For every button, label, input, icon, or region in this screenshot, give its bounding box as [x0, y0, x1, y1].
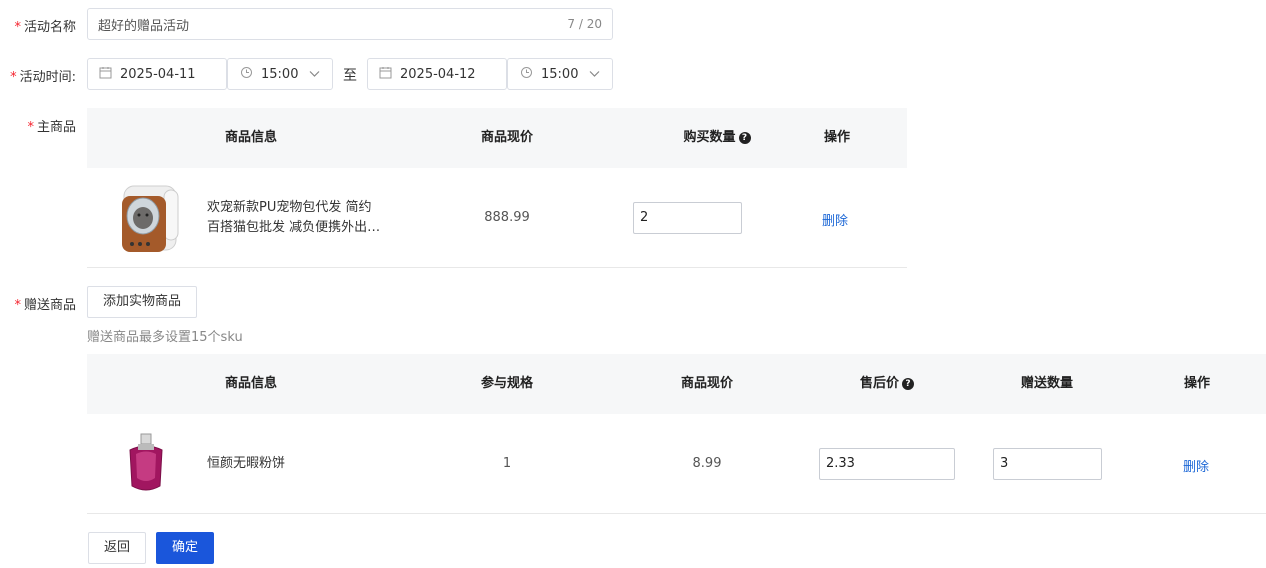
main-col-action: 操作 — [823, 130, 850, 145]
main-table-header: 商品信息 商品现价 购买数量? 操作 — [87, 108, 907, 168]
gift-col-action: 操作 — [1183, 376, 1210, 391]
gift-table-header: 商品信息 参与规格 商品现价 售后价? 赠送数量 操作 — [87, 354, 1266, 414]
start-time-value: 15:00 — [261, 66, 299, 82]
main-delete-link[interactable]: 删除 — [822, 210, 848, 229]
gift-col-price: 商品现价 — [680, 376, 733, 391]
main-product-title: 欢宠新款PU宠物包代发 简约 百搭猫包批发 减负便携外出… — [207, 200, 381, 235]
gift-table-bottom-border — [87, 513, 1266, 514]
calendar-icon — [99, 66, 112, 83]
char-count: 7 / 20 — [567, 17, 602, 31]
activity-time-label: * 活动时间: — [10, 70, 76, 85]
required-mark: * — [14, 298, 21, 313]
gift-col-after-sale-price: 售后价? — [823, 354, 951, 414]
main-table-bottom-border — [87, 267, 907, 268]
question-circle-icon[interactable]: ? — [738, 132, 751, 144]
gift-col-product-info: 商品信息 — [224, 376, 277, 391]
chevron-down-icon — [309, 68, 320, 83]
gift-product-title: 恒颜无暇粉饼 — [207, 456, 286, 471]
gift-sku-hint: 赠送商品最多设置15个sku — [87, 330, 243, 345]
add-physical-product-button[interactable]: 添加实物商品 — [87, 286, 197, 318]
gift-delete-link[interactable]: 删除 — [1183, 456, 1209, 475]
question-circle-icon[interactable]: ? — [902, 378, 914, 390]
main-product-price: 888.99 — [484, 210, 530, 225]
start-date-picker[interactable]: 2025-04-11 — [87, 58, 227, 90]
clock-icon — [240, 66, 253, 83]
end-time-picker[interactable]: 15:00 — [507, 58, 613, 90]
main-col-price: 商品现价 — [480, 130, 533, 145]
activity-name-value: 超好的赠品活动 — [98, 18, 190, 34]
required-mark: * — [10, 70, 17, 85]
gift-product-spec: 1 — [502, 456, 512, 471]
calendar-icon — [379, 66, 392, 83]
purchase-quantity-input[interactable]: 2 — [633, 202, 742, 234]
after-sale-price-input[interactable]: 2.33 — [819, 448, 955, 480]
required-mark: * — [14, 20, 21, 35]
gift-product-label: * 赠送商品 — [14, 298, 76, 313]
gift-col-gift-quantity: 赠送数量 — [1020, 376, 1073, 391]
start-time-picker[interactable]: 15:00 — [227, 58, 333, 90]
main-product-label: * 主商品 — [27, 120, 76, 135]
pet-bag-image — [118, 180, 186, 256]
end-time-value: 15:00 — [541, 66, 579, 82]
date-separator: 至 — [343, 68, 357, 84]
back-button[interactable]: 返回 — [88, 532, 146, 564]
gift-product-price: 8.99 — [692, 456, 722, 471]
end-date-picker[interactable]: 2025-04-12 — [367, 58, 507, 90]
confirm-button[interactable]: 确定 — [156, 532, 214, 564]
perfume-image — [122, 432, 170, 494]
clock-icon — [520, 66, 533, 83]
activity-name-label: * 活动名称 — [14, 20, 76, 35]
required-mark: * — [27, 120, 34, 135]
activity-name-input[interactable]: 超好的赠品活动 7 / 20 — [87, 8, 613, 40]
start-date-value: 2025-04-11 — [120, 66, 196, 82]
main-col-product-info: 商品信息 — [224, 130, 277, 145]
chevron-down-icon — [589, 68, 600, 83]
gift-col-spec: 参与规格 — [480, 376, 533, 391]
gift-quantity-input[interactable]: 3 — [993, 448, 1102, 480]
end-date-value: 2025-04-12 — [400, 66, 476, 82]
